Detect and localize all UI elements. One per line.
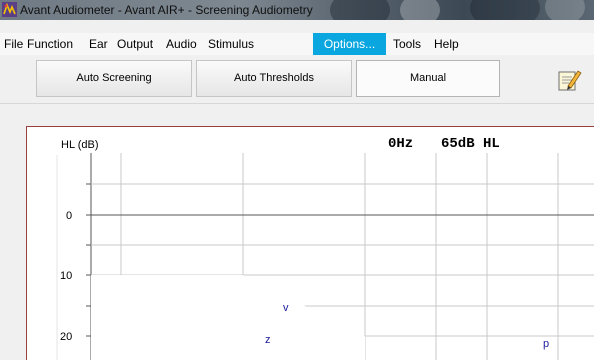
frequency-readout: 0Hz <box>388 136 414 152</box>
y-axis-label: HL (dB) <box>61 139 99 151</box>
audiogram-chart: 0 10 20 v z p <box>56 153 594 360</box>
y-tick-label-10: 10 <box>60 270 72 282</box>
marker-v: v <box>283 302 289 314</box>
y-tick-label-0: 0 <box>66 210 72 222</box>
level-readout: 65dB HL <box>441 136 500 152</box>
marker-p: p <box>543 338 549 350</box>
screening-region-left <box>91 275 243 360</box>
marker-z: z <box>265 334 271 346</box>
y-axis-band <box>57 155 91 360</box>
y-tick-label-20: 20 <box>60 331 72 343</box>
